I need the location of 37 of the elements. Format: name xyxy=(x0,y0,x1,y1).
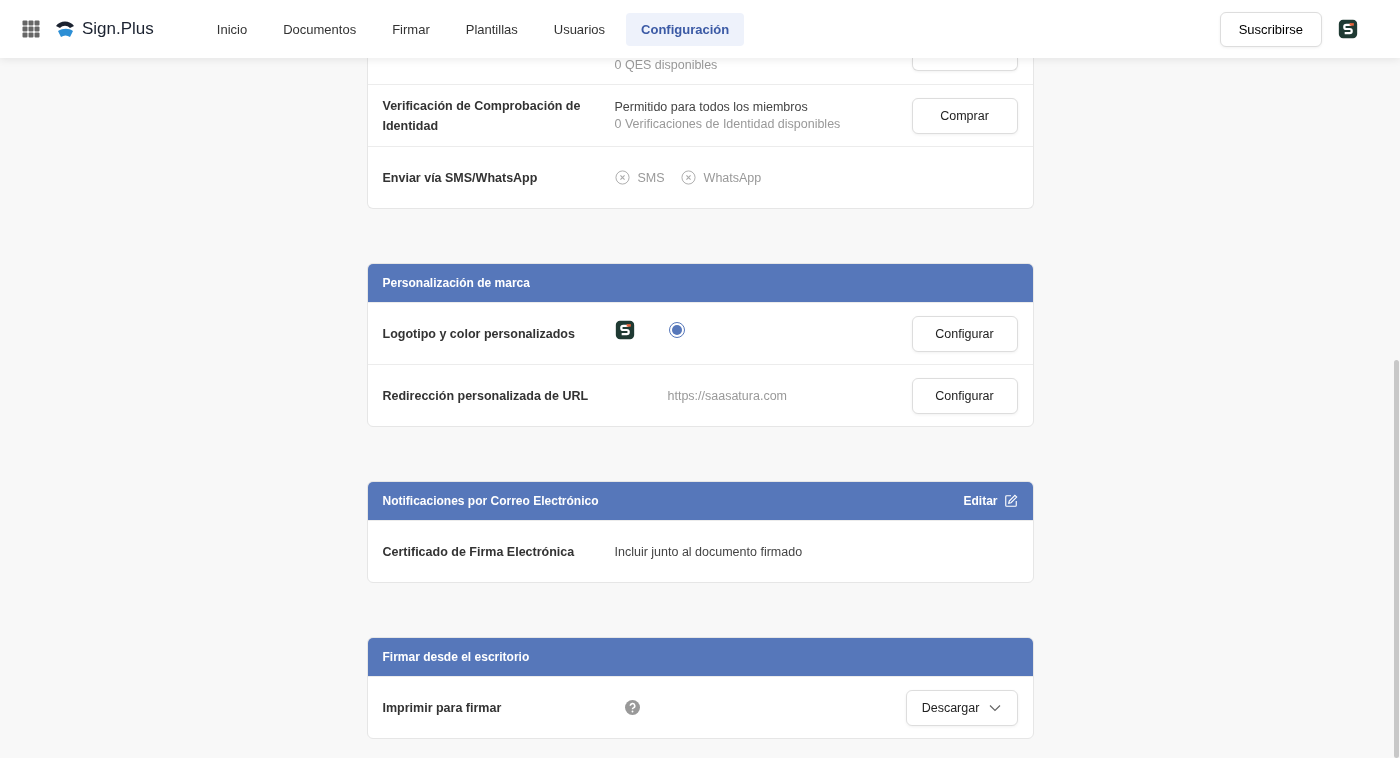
nav-tab[interactable]: Firmar xyxy=(377,12,445,46)
configure-button[interactable]: Configurar xyxy=(911,377,1018,414)
setting-label: Logotipo y color personalizados xyxy=(382,325,576,343)
option-label: SMS xyxy=(637,170,665,185)
nav-tab[interactable]: Documentos xyxy=(268,12,372,46)
setting-value: Permitido para todos los miembros xyxy=(614,100,809,114)
setting-note: 0 QES disponibles xyxy=(614,58,719,72)
subscribe-button[interactable]: Suscribirse xyxy=(1219,11,1322,47)
setting-label: Certificado de Firma Electrónica xyxy=(382,543,576,561)
option-label: WhatsApp xyxy=(703,170,762,185)
chevron-down-icon xyxy=(989,703,1002,712)
nav-tab[interactable]: Inicio xyxy=(201,12,263,46)
nav-tab[interactable]: Usuarios xyxy=(538,12,621,46)
brand-logo-icon xyxy=(614,319,635,340)
edit-icon xyxy=(1003,494,1018,508)
apps-grid-icon[interactable] xyxy=(22,20,40,38)
avatar-icon[interactable] xyxy=(1338,19,1358,39)
nav-tab[interactable]: Plantillas xyxy=(450,12,533,46)
edit-button[interactable]: Editar xyxy=(963,494,1018,508)
download-button[interactable]: Descargar xyxy=(905,689,1018,726)
section-title: Personalización de marca xyxy=(382,276,530,290)
scrollbar-thumb[interactable] xyxy=(1394,360,1399,758)
setting-label: Redirección personalizada de URL xyxy=(382,387,590,405)
section-title: Firmar desde el escritorio xyxy=(382,650,530,664)
help-icon xyxy=(624,700,640,715)
setting-value: Incluir junto al documento firmado xyxy=(614,544,803,559)
setting-label: Enviar vía SMS/WhatsApp xyxy=(382,169,539,187)
url-value: https://saasatura.com xyxy=(666,388,788,403)
section-title: Notificaciones por Correo Electrónico xyxy=(382,494,599,508)
logo-text: Sign.Plus xyxy=(82,19,154,39)
setting-label: Imprimir para firmar xyxy=(382,699,503,717)
nav-tab[interactable]: Configuración xyxy=(626,12,745,46)
buy-button[interactable]: Comprar xyxy=(911,97,1018,134)
configure-button[interactable]: Configurar xyxy=(911,315,1018,352)
color-radio[interactable] xyxy=(668,321,685,338)
setting-note: 0 Verificaciones de Identidad disponibles xyxy=(614,117,842,131)
setting-label: Verificación de Comprobación de Identidad xyxy=(382,97,582,135)
